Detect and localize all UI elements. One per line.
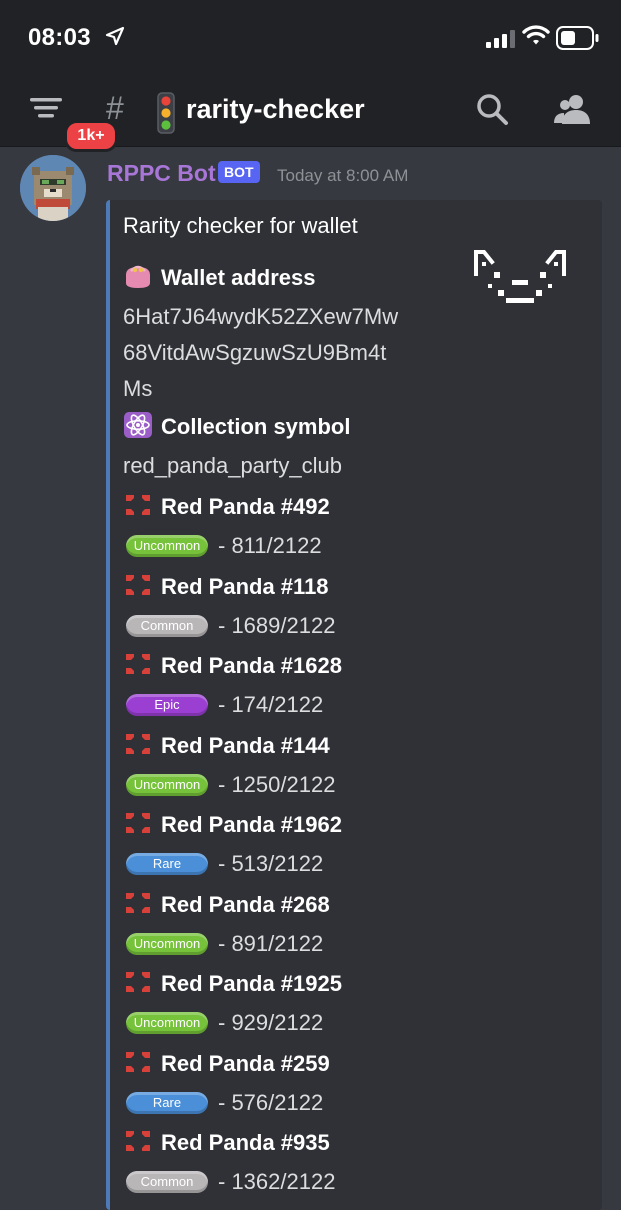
battery-icon bbox=[556, 26, 599, 50]
anger-icon bbox=[126, 1051, 150, 1072]
panda-name: Red Panda #118 bbox=[123, 572, 329, 600]
panda-rarity-row: Uncommon - 929/2122 bbox=[126, 1010, 324, 1035]
panda-pixel-thumbnail-icon bbox=[474, 250, 566, 303]
panda-name-text: Red Panda #492 bbox=[161, 494, 330, 519]
search-icon bbox=[477, 94, 508, 125]
panda-rarity-row: Epic - 174/2122 bbox=[126, 692, 324, 717]
panda-name: Red Panda #268 bbox=[123, 890, 330, 918]
members-button[interactable] bbox=[553, 92, 591, 128]
atom-icon bbox=[124, 412, 152, 438]
collection-symbol-value: red_panda_party_club bbox=[123, 453, 342, 478]
anger-icon bbox=[126, 972, 150, 992]
purse-icon bbox=[126, 265, 150, 288]
signal-icon bbox=[486, 30, 515, 48]
panda-name: Red Panda #935 bbox=[123, 1128, 330, 1156]
embed-title: Rarity checker for wallet bbox=[123, 213, 358, 238]
panda-name-text: Red Panda #144 bbox=[161, 732, 330, 758]
rarity-rank: - 513/2122 bbox=[218, 851, 324, 876]
panda-name: Red Panda #144 bbox=[123, 731, 330, 759]
search-button[interactable] bbox=[475, 92, 511, 128]
rarity-badge: Uncommon bbox=[126, 535, 208, 557]
rarity-rank: - 1250/2122 bbox=[218, 771, 336, 797]
panda-rarity-row: Rare - 576/2122 bbox=[126, 1089, 324, 1115]
wallet-line: Ms bbox=[123, 376, 153, 401]
wallet-address-label: Wallet address bbox=[123, 263, 315, 291]
rarity-badge: Rare bbox=[126, 1091, 208, 1114]
status-bar: 08:03 bbox=[0, 0, 621, 78]
wallet-label-text: Wallet address bbox=[161, 265, 316, 290]
anger-icon bbox=[126, 654, 150, 674]
panda-name: Red Panda #1925 bbox=[123, 969, 342, 997]
rarity-rank: - 811/2122 bbox=[218, 533, 322, 558]
panda-rarity-row: Rare - 513/2122 bbox=[126, 851, 324, 876]
collection-symbol-label: Collection symbol bbox=[123, 412, 350, 440]
panda-name-text: Red Panda #1925 bbox=[161, 971, 342, 996]
panda-rarity-row: Uncommon - 891/2122 bbox=[126, 930, 324, 956]
bot-tag: BOT bbox=[218, 161, 260, 183]
wallet-line: 6Hat7J64wydK52ZXew7Mw bbox=[123, 304, 399, 329]
wallet-address-value: 6Hat7J64wydK52ZXew7Mw 68VitdAwSgzuwSzU9B… bbox=[123, 299, 398, 407]
rarity-rank: - 174/2122 bbox=[218, 692, 324, 717]
anger-icon bbox=[126, 1131, 150, 1151]
channel-hash-icon: # bbox=[106, 90, 124, 126]
panda-name-text: Red Panda #268 bbox=[161, 891, 330, 917]
panda-name: Red Panda #492 bbox=[123, 492, 330, 520]
rarity-badge: Rare bbox=[126, 853, 208, 875]
panda-rarity-row: Uncommon - 1250/2122 bbox=[126, 771, 336, 797]
rarity-badge: Uncommon bbox=[126, 1012, 208, 1034]
panda-name-text: Red Panda #1962 bbox=[161, 812, 342, 837]
red-panda-avatar-icon bbox=[20, 155, 86, 221]
rarity-rank: - 929/2122 bbox=[218, 1010, 324, 1035]
panda-name-text: Red Panda #259 bbox=[161, 1050, 330, 1076]
collection-label-text: Collection symbol bbox=[161, 414, 351, 439]
wallet-line: 68VitdAwSgzuwSzU9Bm4t bbox=[123, 340, 387, 365]
channels-menu-button[interactable]: 1k+ bbox=[26, 92, 118, 152]
avatar[interactable] bbox=[20, 155, 86, 221]
panda-name-text: Red Panda #1628 bbox=[161, 653, 342, 678]
members-icon bbox=[554, 95, 590, 124]
channel-header: 1k+ # rarity-checker bbox=[0, 78, 621, 152]
anger-icon bbox=[126, 574, 150, 595]
anger-icon bbox=[126, 892, 150, 913]
rarity-badge: Common bbox=[126, 614, 208, 637]
panda-name-text: Red Panda #118 bbox=[161, 573, 329, 599]
rarity-rank: - 891/2122 bbox=[218, 930, 324, 956]
traffic-light-icon bbox=[157, 92, 175, 134]
rarity-badge: Uncommon bbox=[126, 932, 208, 955]
rarity-rank: - 1689/2122 bbox=[218, 612, 336, 638]
location-arrow-icon bbox=[105, 26, 125, 46]
anger-icon bbox=[126, 813, 150, 833]
panda-name: Red Panda #1962 bbox=[123, 810, 342, 838]
message-timestamp: Today at 8:00 AM bbox=[277, 166, 409, 185]
panda-name-text: Red Panda #935 bbox=[161, 1130, 330, 1155]
channels-menu-icon bbox=[30, 98, 62, 118]
status-time: 08:03 bbox=[28, 24, 91, 51]
panda-rarity-row: Uncommon - 811/2122 bbox=[126, 533, 322, 558]
rarity-rank: - 576/2122 bbox=[218, 1089, 324, 1115]
panda-rarity-row: Common - 1362/2122 bbox=[126, 1169, 336, 1194]
channel-name: rarity-checker bbox=[186, 94, 365, 124]
anger-icon bbox=[126, 495, 150, 515]
rarity-badge: Epic bbox=[126, 694, 208, 716]
anger-icon bbox=[126, 733, 150, 754]
wifi-icon bbox=[522, 25, 550, 45]
panda-rarity-row: Common - 1689/2122 bbox=[126, 612, 336, 638]
rarity-badge: Common bbox=[126, 1171, 208, 1193]
panda-name: Red Panda #1628 bbox=[123, 651, 342, 679]
message-author[interactable]: RPPC Bot bbox=[107, 160, 216, 187]
rarity-badge: Uncommon bbox=[126, 773, 208, 796]
panda-name: Red Panda #259 bbox=[123, 1049, 330, 1077]
rarity-rank: - 1362/2122 bbox=[218, 1169, 336, 1194]
